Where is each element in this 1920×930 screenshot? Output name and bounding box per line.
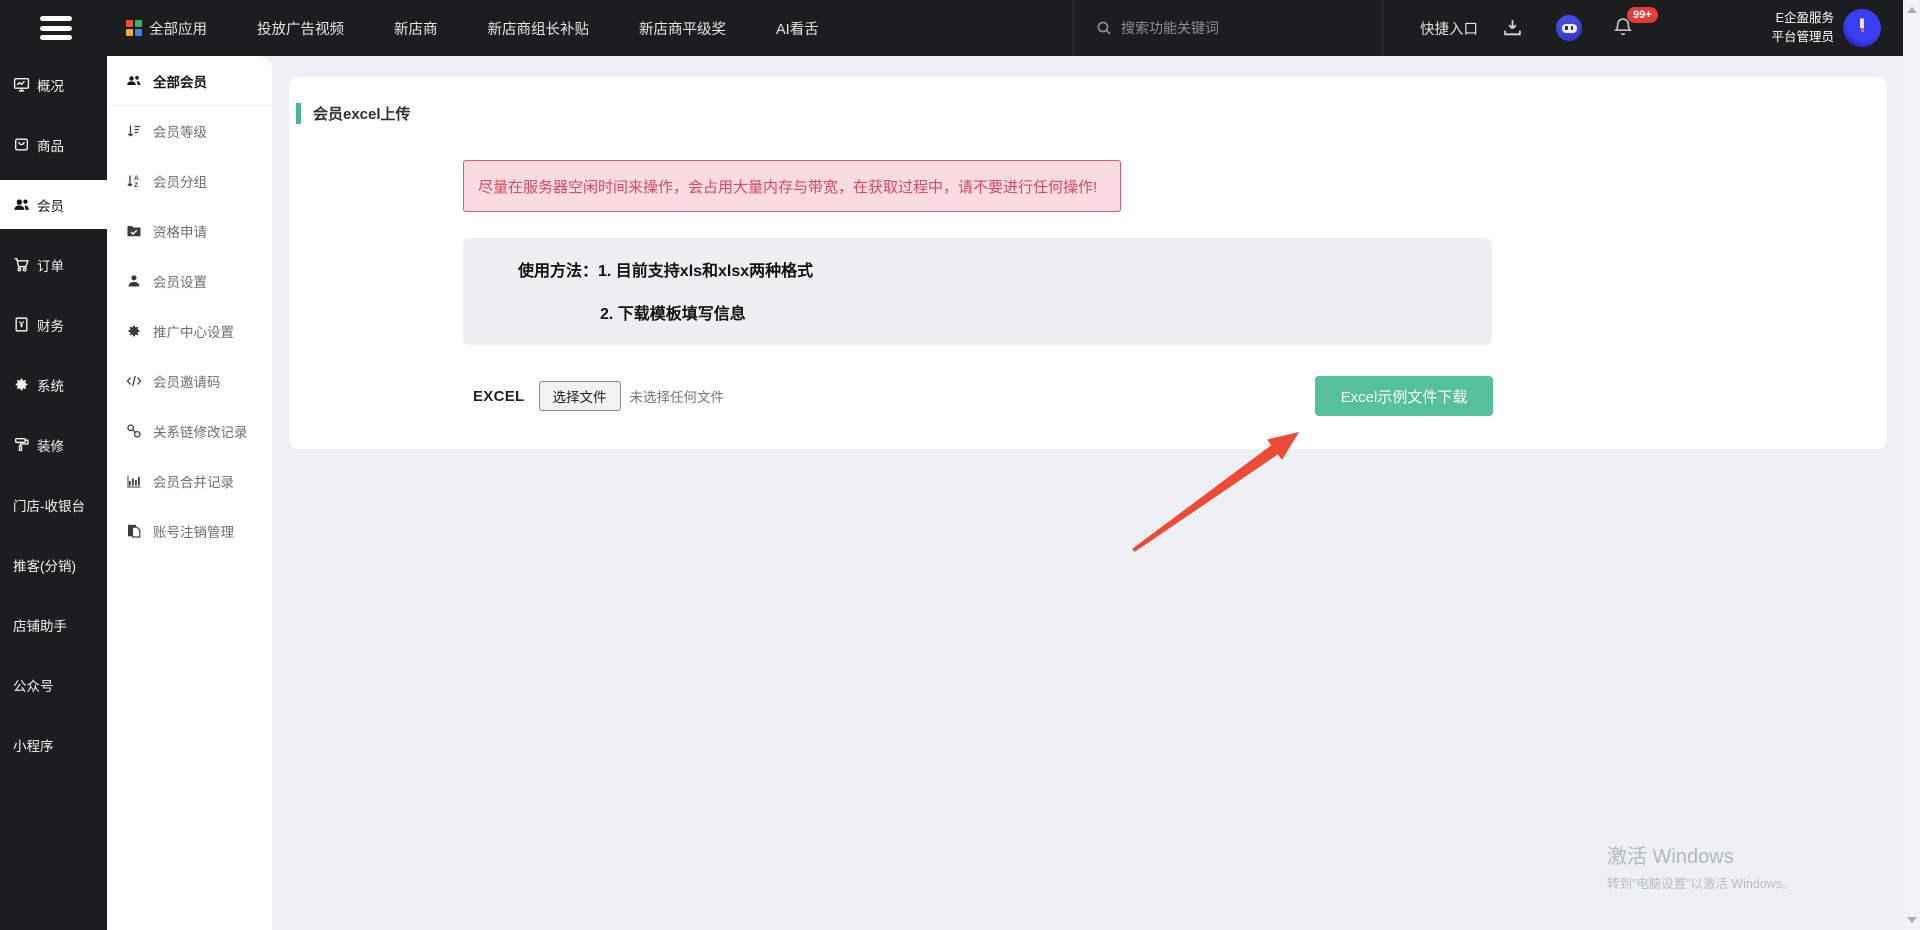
excel-field-label: EXCEL xyxy=(473,388,525,405)
paint-roller-icon xyxy=(13,436,30,453)
submenu-item-qualification[interactable]: 资格申请 xyxy=(107,206,272,256)
choose-file-button[interactable]: 选择文件 xyxy=(539,381,621,411)
gear-icon xyxy=(126,323,142,339)
title-accent-bar xyxy=(296,103,301,124)
excel-upload-row: EXCEL 选择文件 未选择任何文件 xyxy=(473,380,724,412)
member-submenu: 全部会员 会员等级 A Z 会员分组 资格申请 会员设置 xyxy=(107,56,272,930)
chain-link-icon xyxy=(126,423,142,439)
usage-line-2: 2. 下载模板填写信息 xyxy=(600,300,746,324)
excel-sample-download-button[interactable]: Excel示例文件下载 xyxy=(1315,376,1493,416)
account-name: E企盈服务 xyxy=(1742,9,1834,28)
search-icon xyxy=(1096,20,1112,36)
file-copy-icon xyxy=(126,523,142,539)
sidebar: 概况 商品 会员 订单 财务 xyxy=(0,56,107,930)
sidebar-item-shop-assistant[interactable]: 店铺助手 xyxy=(0,600,107,649)
bar-chart-icon xyxy=(126,473,142,489)
sidebar-item-system[interactable]: 系统 xyxy=(0,360,107,409)
topnav-item-peer-award[interactable]: 新店商平级奖 xyxy=(639,18,726,39)
person-icon xyxy=(126,273,142,289)
sidebar-item-members[interactable]: 会员 xyxy=(0,180,107,229)
system-gear-icon xyxy=(13,376,30,393)
topnav-label: 全部应用 xyxy=(149,18,207,39)
scrollbar-up-arrow-icon[interactable] xyxy=(1907,7,1917,13)
svg-text:A: A xyxy=(134,175,139,182)
sidebar-item-goods[interactable]: 商品 xyxy=(0,120,107,169)
notification-badge: 99+ xyxy=(1627,7,1658,23)
topnav: 全部应用 投放广告视频 新店商 新店商组长补贴 新店商平级奖 AI看舌 xyxy=(126,0,819,56)
download-icon[interactable] xyxy=(1502,17,1523,38)
quick-entry-link[interactable]: 快捷入口 xyxy=(1420,0,1478,56)
svg-text:Z: Z xyxy=(134,182,138,189)
search-placeholder: 搜索功能关键词 xyxy=(1121,18,1219,38)
scrollbar-down-arrow-icon[interactable] xyxy=(1907,917,1917,923)
apps-grid-icon xyxy=(126,20,142,36)
topnav-item-ad-video[interactable]: 投放广告视频 xyxy=(257,18,344,39)
sort-amount-icon xyxy=(126,123,142,139)
search-input[interactable]: 搜索功能关键词 xyxy=(1073,0,1383,56)
topbar: 全部应用 投放广告视频 新店商 新店商组长补贴 新店商平级奖 AI看舌 搜索功能… xyxy=(0,0,1903,56)
watermark-line-2: 转到“电脑设置”以激活 Windows。 xyxy=(1607,873,1795,892)
submenu-item-merge-log[interactable]: 会员合并记录 xyxy=(107,456,272,506)
watermark-line-1: 激活 Windows xyxy=(1607,840,1795,869)
topnav-item-ai-tongue[interactable]: AI看舌 xyxy=(776,18,819,39)
account-role: 平台管理员 xyxy=(1742,28,1834,47)
avatar[interactable] xyxy=(1843,9,1881,47)
orders-icon xyxy=(13,256,30,273)
sidebar-item-overview[interactable]: 概况 xyxy=(0,60,107,109)
code-icon xyxy=(126,373,142,389)
submenu-item-invite-code[interactable]: 会员邀请码 xyxy=(107,356,272,406)
member-excel-upload-panel: 会员excel上传 尽量在服务器空闲时间来操作，会占用大量内存与带宽，在获取过程… xyxy=(289,77,1887,449)
submenu-item-promotion-center[interactable]: 推广中心设置 xyxy=(107,306,272,356)
folder-check-icon xyxy=(126,223,142,239)
overview-icon xyxy=(13,76,30,93)
sidebar-item-decoration[interactable]: 装修 xyxy=(0,420,107,469)
finance-icon xyxy=(13,316,30,333)
file-status-text: 未选择任何文件 xyxy=(630,386,725,406)
submenu-item-member-level[interactable]: 会员等级 xyxy=(107,106,272,156)
sort-alpha-icon: A Z xyxy=(126,173,142,189)
hamburger-menu-icon[interactable] xyxy=(40,16,72,40)
goods-icon xyxy=(13,136,30,153)
sidebar-item-store-cashier[interactable]: 门店-收银台 xyxy=(0,480,107,529)
vertical-scrollbar[interactable] xyxy=(1903,0,1920,930)
sidebar-item-official-account[interactable]: 公众号 xyxy=(0,660,107,709)
sidebar-item-mini-program[interactable]: 小程序 xyxy=(0,720,107,769)
users-group-icon xyxy=(126,73,142,89)
submenu-item-account-cancellation[interactable]: 账号注销管理 xyxy=(107,506,272,556)
submenu-item-all-members[interactable]: 全部会员 xyxy=(107,56,272,106)
sidebar-item-promoter[interactable]: 推客(分销) xyxy=(0,540,107,589)
warning-banner: 尽量在服务器空闲时间来操作，会占用大量内存与带宽，在获取过程中，请不要进行任何操… xyxy=(463,160,1121,212)
assistant-robot-icon[interactable] xyxy=(1556,15,1582,41)
usage-instructions: 使用方法：1. 目前支持xls和xlsx两种格式 2. 下载模板填写信息 xyxy=(463,238,1492,345)
sidebar-item-orders[interactable]: 订单 xyxy=(0,240,107,289)
account-info[interactable]: E企盈服务 平台管理员 xyxy=(1742,9,1834,47)
submenu-item-relation-log[interactable]: 关系链修改记录 xyxy=(107,406,272,456)
sidebar-item-finance[interactable]: 财务 xyxy=(0,300,107,349)
topnav-item-all-apps[interactable]: 全部应用 xyxy=(126,18,207,39)
submenu-item-member-group[interactable]: A Z 会员分组 xyxy=(107,156,272,206)
windows-activation-watermark: 激活 Windows 转到“电脑设置”以激活 Windows。 xyxy=(1607,840,1795,892)
topnav-item-leader-subsidy[interactable]: 新店商组长补贴 xyxy=(488,18,590,39)
topnav-item-new-shop[interactable]: 新店商 xyxy=(394,18,438,39)
members-icon xyxy=(13,196,30,213)
usage-line-1: 使用方法：1. 目前支持xls和xlsx两种格式 xyxy=(518,257,813,281)
page-title: 会员excel上传 xyxy=(296,103,411,124)
submenu-item-member-settings[interactable]: 会员设置 xyxy=(107,256,272,306)
